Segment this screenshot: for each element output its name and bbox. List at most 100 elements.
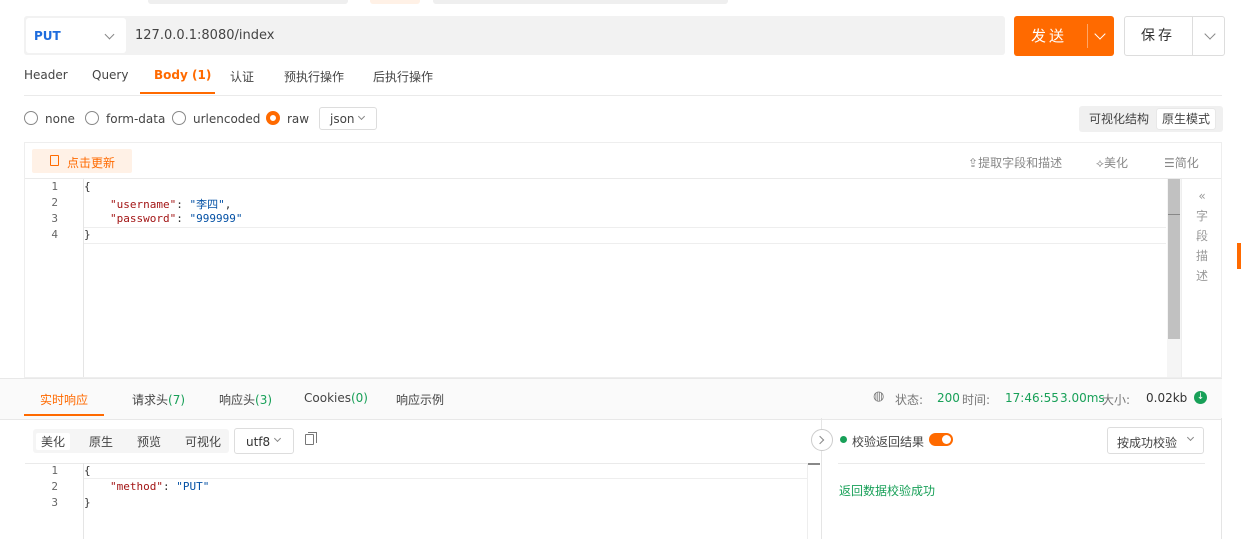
divider <box>24 95 1222 96</box>
json-value: "999999" <box>189 212 243 225</box>
radio-none-label: none <box>45 112 75 126</box>
tab-header[interactable]: Header <box>24 68 68 82</box>
save-label: 保存 <box>1141 28 1175 44</box>
code-open-brace: { <box>84 464 91 477</box>
field-description-toggle[interactable]: « 字 段 描 述 <box>1188 186 1216 286</box>
view-preview[interactable]: 预览 <box>137 433 161 450</box>
send-label: 发送 <box>1030 27 1067 45</box>
double-chevron-left-icon: « <box>1198 189 1206 203</box>
status-label: 状态: <box>895 393 924 407</box>
size-value: 0.02kb <box>1146 391 1188 405</box>
tab-cookies[interactable]: Cookies(0) <box>304 391 368 405</box>
line-number: 2 <box>51 480 58 493</box>
code-open-brace: { <box>84 180 91 193</box>
beautify-label: 美化 <box>1103 156 1128 170</box>
copy-icon-back <box>308 432 317 443</box>
json-key: "username" <box>110 198 177 211</box>
right-border <box>1221 418 1222 539</box>
send-button[interactable]: 发送 <box>1014 16 1114 56</box>
json-value: "李四" <box>189 198 225 211</box>
active-response-tab-indicator <box>24 414 104 416</box>
view-visual[interactable]: 可视化 <box>185 433 221 450</box>
update-button[interactable]: 点击更新 <box>32 149 132 173</box>
format-value: json <box>330 112 355 126</box>
simplify-label: 简化 <box>1174 156 1199 170</box>
json-value: "PUT" <box>176 480 210 493</box>
top-tab-stub-accent <box>370 0 420 4</box>
tab-pre-request[interactable]: 预执行操作 <box>284 68 344 85</box>
line-number: 1 <box>51 180 58 193</box>
edit-icon <box>50 155 59 166</box>
line-number: 3 <box>51 212 58 225</box>
view-raw[interactable]: 原生 <box>89 433 113 450</box>
tab-request-headers[interactable]: 请求头(7) <box>132 391 185 408</box>
extract-fields-label: 提取字段和描述 <box>978 156 1063 170</box>
size-label: 大小: <box>1102 393 1131 407</box>
radio-none[interactable] <box>24 111 38 125</box>
code-line: "password": "999999" <box>110 212 243 225</box>
tab-response-example[interactable]: 响应示例 <box>396 391 444 408</box>
code-line: "method": "PUT" <box>110 480 210 493</box>
collapse-panel-button[interactable] <box>811 429 833 451</box>
editor-scrollbar-thumb[interactable] <box>1168 179 1180 339</box>
editor-toolbar-divider <box>25 178 1221 179</box>
radio-form-data-label: form-data <box>106 112 166 126</box>
save-button[interactable]: 保存 <box>1124 16 1225 56</box>
duration-value: 3.00ms <box>1060 391 1105 405</box>
send-divider <box>1087 24 1088 48</box>
response-editor-top <box>25 463 808 464</box>
status-dot <box>840 436 847 443</box>
save-dropdown-icon[interactable] <box>1204 28 1216 40</box>
simplify-button[interactable]: ☰简化 <box>1164 154 1199 171</box>
mode-visual[interactable]: 可视化结构 <box>1084 109 1154 129</box>
top-tab-stub <box>148 0 348 4</box>
encoding-select[interactable]: utf8 <box>234 428 294 454</box>
download-icon[interactable]: ↓ <box>1194 391 1207 404</box>
mode-toggle: 可视化结构 原生模式 <box>1079 106 1223 132</box>
chevron-right-icon <box>815 435 825 445</box>
globe-icon: ◍ <box>873 389 885 404</box>
code-close-brace: } <box>84 496 91 509</box>
time-value: 17:46:55 <box>1005 391 1059 405</box>
top-tab-stub-2 <box>433 0 728 4</box>
beautify-button[interactable]: ⟡美化 <box>1096 154 1128 171</box>
response-scroll-track <box>807 463 808 539</box>
response-current-line <box>84 478 807 479</box>
validate-toggle[interactable] <box>929 433 953 446</box>
line-number: 1 <box>51 464 58 477</box>
validate-result: 返回数据校验成功 <box>839 484 936 498</box>
radio-form-data[interactable] <box>85 111 99 125</box>
send-dropdown-icon[interactable] <box>1094 28 1106 40</box>
radio-urlencoded[interactable] <box>172 111 186 125</box>
chevron-down-icon <box>1186 433 1195 442</box>
code-line: "username": "李四", <box>110 198 232 211</box>
radio-raw[interactable] <box>266 111 280 125</box>
chevron-down-icon <box>357 112 366 121</box>
view-mode-group: 美化 原生 预览 可视化 <box>33 429 229 453</box>
tab-post-request[interactable]: 后执行操作 <box>373 68 433 85</box>
format-select[interactable]: json <box>319 107 377 130</box>
active-tab-indicator <box>140 92 215 94</box>
line-number: 2 <box>51 196 58 209</box>
validate-label: 校验返回结果 <box>852 435 925 449</box>
tab-query[interactable]: Query <box>92 68 128 82</box>
tab-body[interactable]: Body (1) <box>154 68 211 82</box>
update-label: 点击更新 <box>67 156 116 170</box>
radio-raw-label: raw <box>287 112 310 126</box>
toggle-knob <box>942 435 951 444</box>
sidebar-edge-marker <box>1237 243 1241 269</box>
tab-auth[interactable]: 认证 <box>230 68 254 85</box>
tab-live-response[interactable]: 实时响应 <box>40 391 88 408</box>
json-key: "password" <box>110 212 177 225</box>
mode-raw[interactable]: 原生模式 <box>1157 109 1216 129</box>
method-select[interactable]: PUT <box>26 18 126 53</box>
validate-mode-select[interactable]: 按成功校验 <box>1107 427 1204 454</box>
code-close-brace: } <box>84 228 91 241</box>
validate-divider <box>838 463 1205 464</box>
line-number: 3 <box>51 496 58 509</box>
view-beautify[interactable]: 美化 <box>36 433 71 450</box>
tab-response-headers[interactable]: 响应头(3) <box>219 391 272 408</box>
url-input[interactable]: 127.0.0.1:8080/index <box>135 28 274 43</box>
save-divider <box>1192 17 1193 55</box>
extract-fields-button[interactable]: ⇪提取字段和描述 <box>968 154 1062 171</box>
